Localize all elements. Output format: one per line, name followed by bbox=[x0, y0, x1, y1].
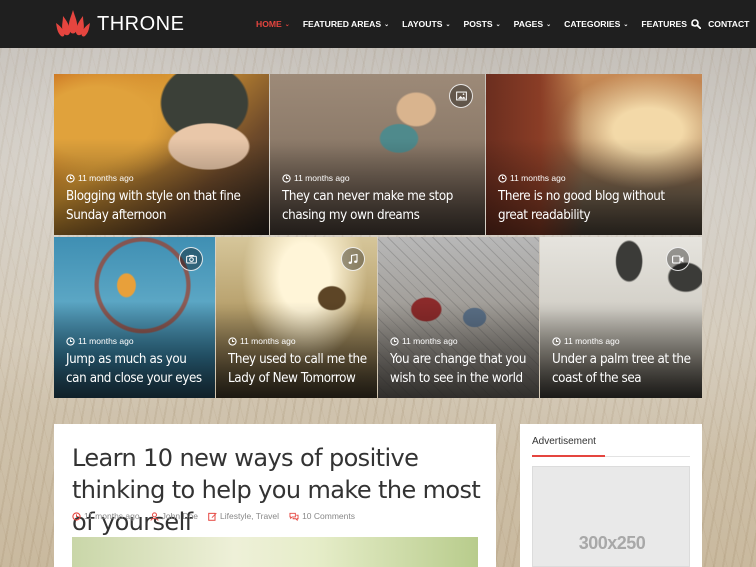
clock-icon bbox=[66, 173, 75, 183]
article-comments-label: 10 Comments bbox=[302, 511, 355, 521]
nav-item-label: POSTS bbox=[463, 19, 493, 29]
flame-logo-icon bbox=[56, 10, 90, 37]
clock-icon bbox=[498, 173, 507, 183]
article-categories-label: Lifestyle, Travel bbox=[220, 511, 280, 521]
chevron-down-icon: ⌄ bbox=[495, 21, 501, 28]
post-time: 11 months ago bbox=[390, 336, 458, 346]
clock-icon bbox=[72, 511, 81, 521]
music-icon bbox=[348, 253, 358, 264]
user-icon bbox=[150, 511, 159, 521]
article-title[interactable]: Learn 10 new ways of positive thinking t… bbox=[72, 442, 482, 538]
nav-item-home[interactable]: HOME ⌄ bbox=[256, 19, 290, 29]
search-icon[interactable] bbox=[691, 19, 701, 29]
nav-item-label: FEATURES bbox=[641, 19, 688, 29]
nav-item-features[interactable]: FEATURES ⌄ bbox=[641, 19, 695, 29]
post-title[interactable]: Blogging with style on that fine Sunday … bbox=[66, 187, 261, 225]
video-format-badge bbox=[666, 247, 690, 271]
article-time: 11 months ago bbox=[72, 511, 140, 521]
nav-item-layouts[interactable]: LAYOUTS ⌄ bbox=[402, 19, 450, 29]
clock-icon bbox=[390, 336, 399, 346]
image-format-badge bbox=[449, 84, 473, 108]
article-image[interactable] bbox=[72, 537, 478, 567]
post-time: 11 months ago bbox=[282, 173, 350, 183]
nav-item-label: LAYOUTS bbox=[402, 19, 443, 29]
post-title[interactable]: Under a palm tree at the coast of the se… bbox=[552, 350, 694, 388]
post-time: 11 months ago bbox=[498, 173, 566, 183]
nav-item-label: PAGES bbox=[513, 19, 544, 29]
nav-item-label: CONTACT bbox=[708, 19, 750, 29]
site-logo[interactable]: THRONE bbox=[54, 9, 184, 39]
post-time-label: 11 months ago bbox=[78, 336, 134, 346]
nav-item-pages[interactable]: PAGES ⌄ bbox=[514, 19, 551, 29]
post-time-label: 11 months ago bbox=[294, 173, 350, 183]
post-title[interactable]: They can never make me stop chasing my o… bbox=[282, 187, 477, 225]
post-time: 11 months ago bbox=[66, 336, 134, 346]
chevron-down-icon: ⌄ bbox=[284, 21, 290, 28]
chevron-down-icon: ⌄ bbox=[623, 21, 629, 28]
article-meta: 11 months ago John Doe Lifestyle, Travel… bbox=[72, 511, 365, 521]
post-title[interactable]: Jump as much as you can and close your e… bbox=[66, 350, 207, 388]
comments-icon bbox=[289, 512, 299, 521]
post-title[interactable]: You are change that you wish to see in t… bbox=[390, 350, 531, 388]
article-author[interactable]: John Doe bbox=[150, 511, 198, 521]
article-card: Learn 10 new ways of positive thinking t… bbox=[54, 424, 496, 567]
post-time: 11 months ago bbox=[228, 336, 296, 346]
widget-title: Advertisement bbox=[532, 436, 596, 447]
ad-size-label: 300x250 bbox=[578, 533, 646, 553]
chevron-down-icon: ⌄ bbox=[546, 21, 552, 28]
advertisement-widget: Advertisement 300x250 bbox=[520, 424, 702, 567]
nav-item-label: FEATURED AREAS bbox=[302, 19, 382, 29]
chevron-down-icon: ⌄ bbox=[445, 21, 451, 28]
site-header: THRONE HOME ⌄ FEATURED AREAS ⌄ LAYOUTS ⌄ PO… bbox=[0, 0, 756, 48]
featured-post-5[interactable]: 11 months ago They used to call me the L… bbox=[216, 237, 377, 398]
featured-post-6[interactable]: 11 months ago You are change that you wi… bbox=[378, 237, 539, 398]
nav-item-contact[interactable]: CONTACT bbox=[708, 19, 749, 29]
post-time-label: 11 months ago bbox=[240, 336, 296, 346]
camera-format-badge bbox=[179, 247, 203, 271]
featured-post-4[interactable]: 11 months ago Jump as much as you can an… bbox=[54, 237, 215, 398]
nav-item-label: HOME bbox=[256, 19, 282, 29]
audio-format-badge bbox=[341, 247, 365, 271]
post-time-label: 11 months ago bbox=[564, 336, 620, 346]
featured-post-3[interactable]: 11 months ago There is no good blog with… bbox=[486, 74, 702, 235]
edit-icon bbox=[208, 512, 217, 521]
clock-icon bbox=[66, 336, 75, 346]
nav-item-featured-areas[interactable]: FEATURED AREAS ⌄ bbox=[303, 19, 389, 29]
post-time-label: 11 months ago bbox=[402, 336, 458, 346]
featured-post-1[interactable]: 11 months ago Blogging with style on tha… bbox=[54, 74, 269, 235]
clock-icon bbox=[282, 173, 291, 183]
video-icon bbox=[672, 254, 684, 264]
chevron-down-icon: ⌄ bbox=[384, 21, 390, 28]
article-categories[interactable]: Lifestyle, Travel bbox=[208, 511, 279, 521]
nav-item-posts[interactable]: POSTS ⌄ bbox=[463, 19, 500, 29]
camera-icon bbox=[185, 254, 197, 264]
article-time-label: 11 months ago bbox=[84, 511, 140, 521]
site-name: THRONE bbox=[97, 12, 185, 35]
main-nav: HOME ⌄ FEATURED AREAS ⌄ LAYOUTS ⌄ POSTS ⌄ PA… bbox=[256, 0, 756, 48]
post-time: 11 months ago bbox=[66, 173, 134, 183]
post-title[interactable]: There is no good blog without great read… bbox=[498, 187, 694, 225]
clock-icon bbox=[552, 336, 561, 346]
article-comments[interactable]: 10 Comments bbox=[289, 511, 355, 521]
featured-post-2[interactable]: 11 months ago They can never make me sto… bbox=[270, 74, 485, 235]
article-author-label: John Doe bbox=[161, 511, 198, 521]
post-time-label: 11 months ago bbox=[78, 173, 134, 183]
featured-post-7[interactable]: 11 months ago Under a palm tree at the c… bbox=[540, 237, 702, 398]
post-title[interactable]: They used to call me the Lady of New Tom… bbox=[228, 350, 369, 388]
post-time-label: 11 months ago bbox=[510, 173, 566, 183]
post-time: 11 months ago bbox=[552, 336, 620, 346]
image-icon bbox=[455, 91, 467, 101]
nav-item-label: CATEGORIES bbox=[564, 19, 621, 29]
nav-item-categories[interactable]: CATEGORIES ⌄ bbox=[564, 19, 628, 29]
clock-icon bbox=[228, 336, 237, 346]
widget-accent-line bbox=[532, 455, 605, 457]
ad-placeholder[interactable]: 300x250 bbox=[532, 466, 690, 567]
